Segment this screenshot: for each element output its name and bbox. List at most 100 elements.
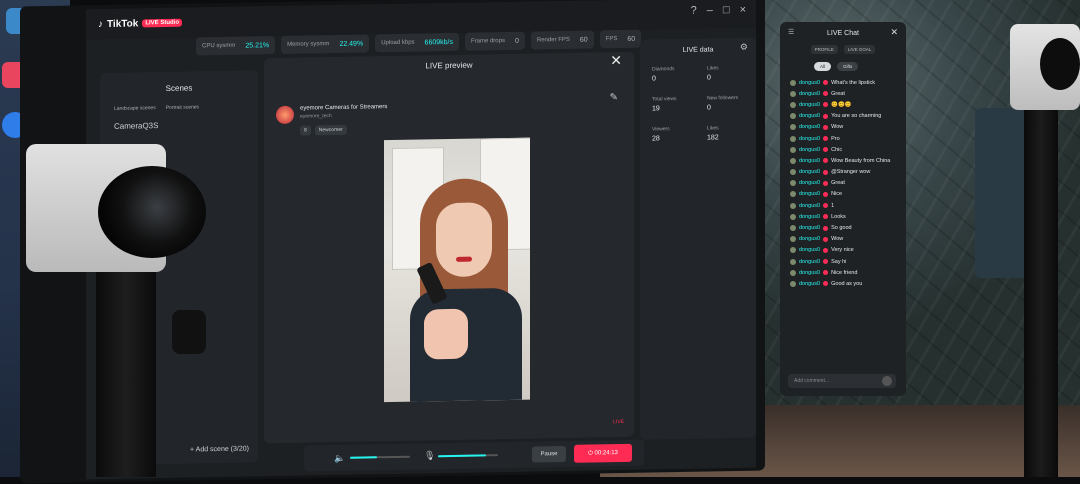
user-badge-icon bbox=[823, 214, 829, 220]
chat-username[interactable]: dongus0 bbox=[799, 180, 820, 186]
tiktok-logo-icon: ♪ bbox=[98, 18, 103, 30]
chat-menu-icon[interactable]: ☰ bbox=[788, 28, 794, 36]
chat-message[interactable]: dongus0 1 bbox=[790, 200, 906, 211]
volume-slider[interactable] bbox=[350, 455, 410, 459]
chat-message[interactable]: dongus0 What's the lipstick bbox=[790, 77, 906, 88]
help-icon[interactable]: ? bbox=[691, 5, 697, 17]
user-badge-icon bbox=[823, 136, 829, 142]
metric-value: 0 bbox=[707, 104, 711, 112]
tab-live-goal[interactable]: LIVE GOAL bbox=[843, 45, 876, 54]
app-badge: LIVE Studio bbox=[142, 18, 182, 28]
stat-value: 60 bbox=[579, 36, 588, 44]
user-badge-icon bbox=[823, 80, 829, 86]
chat-message[interactable]: dongus0 Looks bbox=[790, 211, 906, 222]
chat-message[interactable]: dongus0 Nice bbox=[790, 189, 906, 200]
chat-username[interactable]: dongus0 bbox=[799, 236, 820, 242]
chat-message[interactable]: dongus0 Wow bbox=[790, 122, 906, 133]
gear-icon[interactable]: ⚙ bbox=[740, 42, 748, 53]
close-icon[interactable]: ✕ bbox=[610, 52, 622, 69]
add-scene-button[interactable]: + Add scene (3/20) bbox=[190, 446, 249, 454]
chat-message[interactable]: dongus0 Great bbox=[790, 178, 906, 189]
chat-message-list: dongus0 What's the lipstick dongus0 Great do… bbox=[790, 77, 906, 290]
user-badge-icon bbox=[823, 169, 829, 175]
chat-username[interactable]: dongus0 bbox=[799, 147, 820, 153]
minimize-icon[interactable]: – bbox=[707, 4, 713, 16]
filter-gifts[interactable]: Gifts bbox=[837, 62, 859, 71]
chat-username[interactable]: dongus0 bbox=[799, 270, 820, 276]
chat-message[interactable]: dongus0 😊😊😊 bbox=[790, 99, 906, 110]
chat-text: What's the lipstick bbox=[831, 79, 875, 86]
user-badge-icon bbox=[823, 124, 829, 130]
speaker-icon[interactable]: 🔈 bbox=[334, 453, 345, 464]
chat-filters: All Gifts bbox=[814, 62, 906, 71]
chat-username[interactable]: dongus0 bbox=[799, 136, 820, 142]
tab-profile[interactable]: PROFILE bbox=[810, 45, 838, 54]
user-badge-icon bbox=[823, 113, 829, 119]
stat-value: 6609kb/s bbox=[424, 38, 453, 46]
chat-message[interactable]: dongus0 Chic bbox=[790, 144, 906, 155]
tab-landscape-scenes[interactable]: Landscape scenes bbox=[114, 105, 156, 112]
chat-message[interactable]: dongus0 Good as you bbox=[790, 278, 906, 289]
chat-username[interactable]: dongus0 bbox=[799, 203, 820, 209]
close-icon[interactable]: × bbox=[740, 4, 746, 16]
chat-username[interactable]: dongus0 bbox=[799, 113, 820, 119]
chat-username[interactable]: dongus0 bbox=[799, 80, 820, 86]
chat-username[interactable]: dongus0 bbox=[799, 225, 820, 231]
chat-message[interactable]: dongus0 You are so charming bbox=[790, 111, 906, 122]
volume-fill bbox=[350, 456, 377, 459]
chat-text: Great bbox=[831, 180, 845, 187]
maximize-icon[interactable]: □ bbox=[723, 4, 730, 16]
chat-text: Looks bbox=[831, 213, 846, 220]
chat-username[interactable]: dongus0 bbox=[799, 214, 820, 220]
avatar bbox=[790, 202, 796, 209]
metric-label: Likes bbox=[707, 65, 719, 72]
chat-message[interactable]: dongus0 @Stranger wow bbox=[790, 167, 906, 178]
chat-username[interactable]: dongus0 bbox=[799, 102, 820, 108]
chat-message[interactable]: dongus0 Great bbox=[790, 88, 906, 99]
microphone-icon[interactable]: 🎙 bbox=[424, 450, 435, 461]
mic-slider[interactable] bbox=[438, 454, 498, 458]
chat-message[interactable]: dongus0 Very nice bbox=[790, 245, 906, 256]
edit-icon[interactable]: ✎ bbox=[610, 92, 618, 103]
avatar bbox=[790, 191, 796, 198]
stat-fps: FPS 60 bbox=[599, 29, 642, 49]
chat-message[interactable]: dongus0 So good bbox=[790, 222, 906, 233]
scene-item[interactable]: CameraQ3S bbox=[114, 119, 258, 131]
chat-username[interactable]: dongus0 bbox=[799, 169, 820, 175]
chat-username[interactable]: dongus0 bbox=[799, 124, 820, 130]
avatar[interactable] bbox=[276, 105, 294, 125]
chat-username[interactable]: dongus0 bbox=[799, 281, 820, 287]
tab-portrait-scenes[interactable]: Portrait scenes bbox=[166, 104, 199, 111]
chat-text: Great bbox=[831, 90, 845, 97]
metric-total-likes: Likes 182 bbox=[707, 125, 756, 141]
window-controls: ? – □ × bbox=[691, 4, 746, 17]
chat-comment-input[interactable]: Add comment... bbox=[788, 374, 896, 388]
avatar bbox=[790, 180, 796, 187]
chat-username[interactable]: dongus0 bbox=[799, 247, 820, 253]
send-icon[interactable] bbox=[882, 376, 892, 386]
close-icon[interactable]: ✕ bbox=[890, 27, 898, 38]
chat-message[interactable]: dongus0 Wow Beauty from China bbox=[790, 155, 906, 166]
chat-username[interactable]: dongus0 bbox=[799, 158, 820, 164]
avatar bbox=[790, 146, 796, 153]
chat-message[interactable]: dongus0 Nice friend bbox=[790, 267, 906, 278]
chat-message[interactable]: dongus0 Say hi bbox=[790, 256, 906, 267]
stat-label: Upload kbps bbox=[381, 39, 415, 47]
host-handle: eyemore_tech bbox=[300, 113, 332, 120]
avatar bbox=[790, 236, 796, 243]
metric-value: 0 bbox=[652, 75, 656, 83]
presenter-hand bbox=[424, 308, 468, 360]
stat-label: Render FPS bbox=[536, 36, 570, 44]
chat-text: Chic bbox=[831, 146, 843, 153]
stat-value: 0 bbox=[514, 37, 519, 45]
avatar bbox=[790, 213, 796, 220]
chat-username[interactable]: dongus0 bbox=[799, 259, 820, 265]
chat-username[interactable]: dongus0 bbox=[799, 91, 820, 97]
chat-username[interactable]: dongus0 bbox=[799, 191, 820, 197]
pause-button[interactable]: Pause bbox=[532, 445, 566, 463]
end-live-button[interactable]: ⏻ 00:24:13 bbox=[574, 443, 632, 463]
chat-message[interactable]: dongus0 Wow bbox=[790, 234, 906, 245]
live-data-panel: LIVE data ⚙ Diamonds 0 Likes 0 Total views… bbox=[640, 37, 756, 440]
filter-all[interactable]: All bbox=[814, 62, 832, 71]
chat-message[interactable]: dongus0 Pro bbox=[790, 133, 906, 144]
